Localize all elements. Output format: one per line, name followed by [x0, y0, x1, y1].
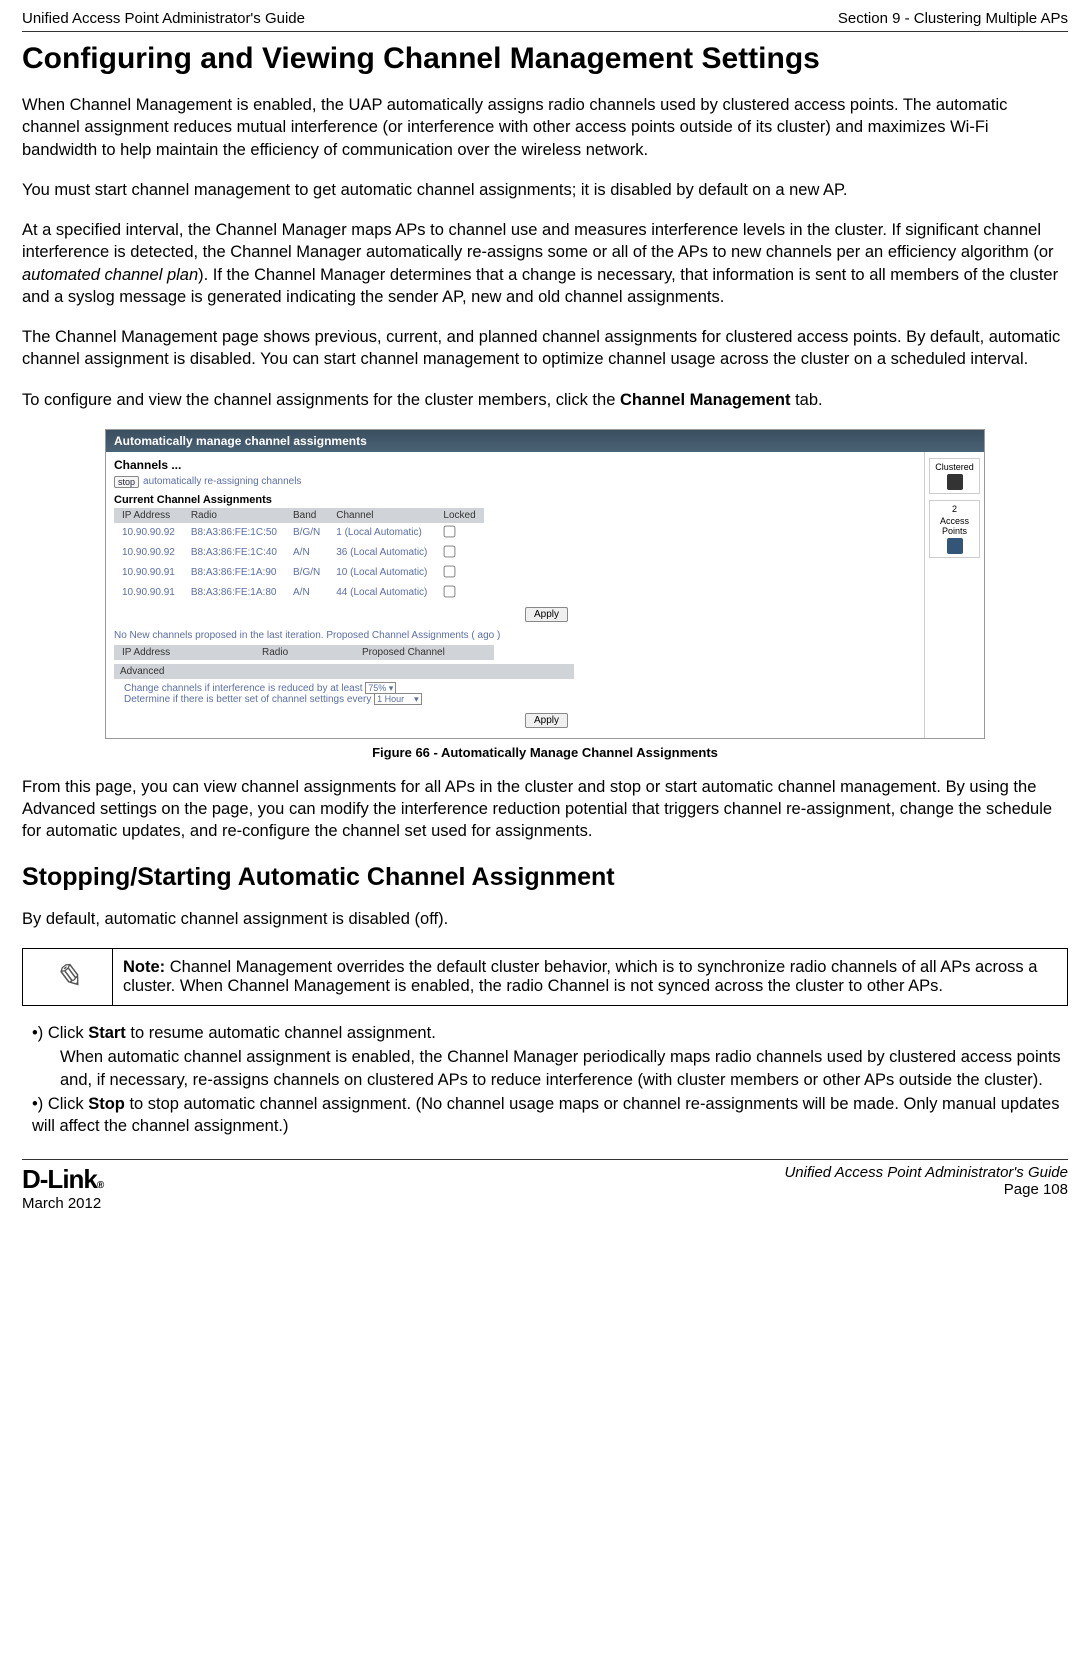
stop-button[interactable]: stop [114, 476, 139, 488]
figure-caption: Figure 66 - Automatically Manage Channel… [22, 745, 1068, 760]
cell-band: A/N [285, 583, 328, 603]
locked-checkbox[interactable] [444, 586, 456, 598]
cell-band: B/G/N [285, 523, 328, 543]
note-icon: ✎ [53, 958, 82, 996]
dlink-logo: D-Link® [22, 1164, 103, 1195]
table-row: 10.90.90.92 B8:A3:86:FE:1C:40 A/N 36 (Lo… [114, 543, 484, 563]
adv-line1-label: Change channels if interference is reduc… [124, 683, 362, 694]
paragraph-2: You must start channel management to get… [22, 179, 1068, 201]
figure-titlebar: Automatically manage channel assignments [106, 430, 984, 452]
paragraph-3a: At a specified interval, the Channel Man… [22, 221, 1054, 261]
cell-channel: 36 (Local Automatic) [328, 543, 435, 563]
col-channel: Channel [328, 508, 435, 523]
ap-count: 2 [952, 504, 957, 514]
adv-line2-label: Determine if there is better set of chan… [124, 694, 371, 705]
bullet-2-prefix: •) Click [32, 1095, 88, 1113]
table-row: 10.90.90.91 B8:A3:86:FE:1A:80 A/N 44 (Lo… [114, 583, 484, 603]
section-heading-2: Stopping/Starting Automatic Channel Assi… [22, 863, 1068, 892]
cell-channel: 10 (Local Automatic) [328, 563, 435, 583]
footer-page: Page 108 [784, 1181, 1068, 1198]
advanced-header[interactable]: Advanced [114, 664, 574, 679]
cell-radio: B8:A3:86:FE:1A:80 [183, 583, 285, 603]
footer-date: March 2012 [22, 1195, 103, 1212]
cell-radio: B8:A3:86:FE:1C:40 [183, 543, 285, 563]
paragraph-3: At a specified interval, the Channel Man… [22, 219, 1068, 308]
proposed-table: IP Address Radio Proposed Channel [114, 645, 494, 660]
cell-channel: 1 (Local Automatic) [328, 523, 435, 543]
apply-button-advanced[interactable]: Apply [525, 713, 568, 728]
channels-heading: Channels ... [114, 458, 916, 472]
cell-ip: 10.90.90.92 [114, 523, 183, 543]
paragraph-7: By default, automatic channel assignment… [22, 908, 1068, 930]
col-proposed: Proposed Channel [354, 645, 494, 660]
start-keyword: Start [88, 1024, 126, 1042]
cell-band: B/G/N [285, 563, 328, 583]
footer-title: Unified Access Point Administrator's Gui… [784, 1164, 1068, 1181]
apply-button[interactable]: Apply [525, 607, 568, 622]
proposed-note: No New channels proposed in the last ite… [114, 630, 916, 641]
col-ip: IP Address [114, 508, 183, 523]
col-radio: Radio [183, 508, 285, 523]
header-right: Section 9 - Clustering Multiple APs [838, 10, 1068, 27]
locked-checkbox[interactable] [444, 526, 456, 538]
cell-radio: B8:A3:86:FE:1A:90 [183, 563, 285, 583]
paragraph-5b: tab. [791, 391, 823, 409]
col-band: Band [285, 508, 328, 523]
paragraph-5a: To configure and view the channel assign… [22, 391, 620, 409]
figure-screenshot: Automatically manage channel assignments… [105, 429, 985, 739]
paragraph-4: The Channel Management page shows previo… [22, 326, 1068, 371]
page-title: Configuring and Viewing Channel Manageme… [22, 42, 1068, 76]
paragraph-1: When Channel Management is enabled, the … [22, 94, 1068, 161]
cluster-icon [947, 474, 963, 490]
cell-band: A/N [285, 543, 328, 563]
ap-label: Access Points [932, 516, 977, 536]
header-left: Unified Access Point Administrator's Gui… [22, 10, 305, 27]
locked-checkbox[interactable] [444, 566, 456, 578]
cell-ip: 10.90.90.91 [114, 583, 183, 603]
table-row: 10.90.90.91 B8:A3:86:FE:1A:90 B/G/N 10 (… [114, 563, 484, 583]
col-radio: Radio [254, 645, 354, 660]
locked-checkbox[interactable] [444, 546, 456, 558]
col-ip: IP Address [114, 645, 254, 660]
clustered-label: Clustered [935, 462, 974, 472]
bullet-1-prefix: •) Click [32, 1024, 88, 1042]
interval-select[interactable]: 1 Hour ▾ [374, 693, 422, 705]
cell-channel: 44 (Local Automatic) [328, 583, 435, 603]
note-text: Channel Management overrides the default… [123, 958, 1037, 995]
stop-caption: automatically re-assigning channels [143, 476, 301, 487]
stop-keyword: Stop [88, 1095, 125, 1113]
bullet-1-sub: When automatic channel assignment is ena… [32, 1046, 1068, 1091]
note-label: Note: [123, 958, 165, 976]
access-points-box[interactable]: 2 Access Points [929, 500, 980, 558]
cell-ip: 10.90.90.91 [114, 563, 183, 583]
current-assignments-heading: Current Channel Assignments [114, 494, 916, 506]
bullet-1-rest: to resume automatic channel assignment. [126, 1024, 436, 1042]
current-assignments-table: IP Address Radio Band Channel Locked 10.… [114, 508, 484, 603]
cell-radio: B8:A3:86:FE:1C:50 [183, 523, 285, 543]
col-locked: Locked [435, 508, 483, 523]
bullet-list: •) Click Start to resume automatic chann… [32, 1022, 1068, 1137]
paragraph-6: From this page, you can view channel ass… [22, 776, 1068, 843]
paragraph-3-italic: automated channel plan [22, 266, 198, 284]
cell-ip: 10.90.90.92 [114, 543, 183, 563]
note-box: ✎ Note: Channel Management overrides the… [22, 948, 1068, 1006]
bullet-2-rest: to stop automatic channel assignment. (N… [32, 1095, 1059, 1135]
paragraph-5-bold: Channel Management [620, 391, 791, 409]
clustered-box[interactable]: Clustered [929, 458, 980, 494]
access-points-icon [947, 538, 963, 554]
table-row: 10.90.90.92 B8:A3:86:FE:1C:50 B/G/N 1 (L… [114, 523, 484, 543]
paragraph-5: To configure and view the channel assign… [22, 389, 1068, 411]
